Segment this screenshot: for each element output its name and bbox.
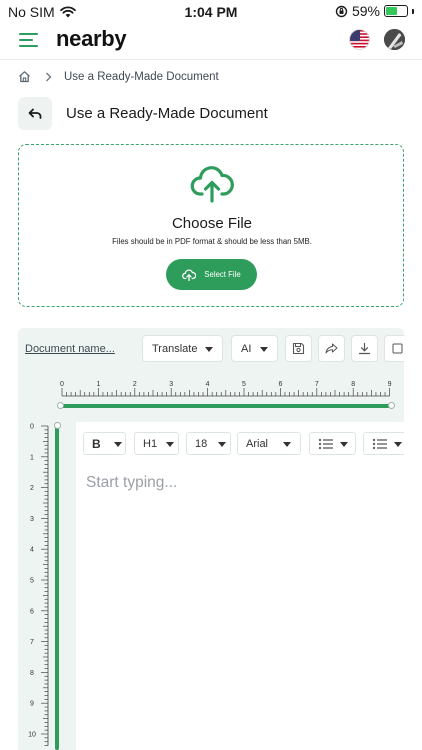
download-icon bbox=[358, 342, 371, 355]
ruler-label: 0 bbox=[30, 424, 34, 431]
ruler-label: 5 bbox=[30, 578, 34, 585]
translate-label: Translate bbox=[152, 342, 198, 355]
ruler-label: 7 bbox=[315, 381, 319, 388]
editor-placeholder[interactable]: Start typing... bbox=[86, 474, 177, 492]
ruler-label: 3 bbox=[169, 381, 173, 388]
more-options-button[interactable] bbox=[384, 335, 404, 362]
battery-nub bbox=[412, 8, 414, 14]
bold-label: B bbox=[92, 436, 101, 451]
header-divider bbox=[0, 59, 422, 60]
ruler-label: 4 bbox=[30, 547, 34, 554]
us-flag-icon[interactable] bbox=[349, 29, 370, 50]
save-button[interactable] bbox=[285, 335, 312, 362]
choose-file-title: Choose File bbox=[171, 215, 253, 232]
back-button[interactable] bbox=[18, 97, 52, 130]
file-requirements-note: Files should be in PDF format & should b… bbox=[112, 237, 312, 246]
user-avatar[interactable] bbox=[384, 29, 405, 50]
ruler-label: 8 bbox=[351, 381, 355, 388]
font-size-dropdown[interactable]: 18 bbox=[186, 432, 231, 455]
back-arrow-icon bbox=[28, 108, 42, 119]
translate-dropdown[interactable]: Translate bbox=[142, 335, 223, 362]
chevron-down-icon bbox=[166, 442, 174, 447]
chevron-right-icon bbox=[46, 72, 52, 81]
battery-level bbox=[386, 7, 398, 15]
font-size-label: 18 bbox=[195, 437, 208, 450]
bullet-list-dropdown[interactable] bbox=[309, 432, 356, 455]
ruler-label: 8 bbox=[30, 670, 34, 677]
ruler-label: 6 bbox=[278, 381, 282, 388]
bold-dropdown[interactable]: B bbox=[83, 432, 126, 455]
ruler-label: 4 bbox=[206, 381, 210, 388]
horizontal-margin-bar[interactable] bbox=[60, 404, 392, 408]
more-icon bbox=[392, 343, 403, 354]
status-right: 59% bbox=[335, 3, 414, 19]
vertical-ruler[interactable]: 0 1 2 3 4 5 6 7 8 9 10 bbox=[26, 420, 50, 750]
ruler-label: 1 bbox=[96, 381, 100, 388]
heading-dropdown[interactable]: H1 bbox=[134, 432, 179, 455]
share-button[interactable] bbox=[318, 335, 345, 362]
home-icon[interactable] bbox=[18, 70, 31, 83]
document-name-field[interactable]: Document name... bbox=[25, 343, 115, 355]
save-icon bbox=[292, 342, 305, 355]
battery-percent: 59% bbox=[351, 3, 380, 19]
bullet-list-icon bbox=[318, 438, 333, 449]
horizontal-ruler[interactable]: 0 1 2 3 4 5 6 7 8 9 bbox=[58, 380, 394, 406]
battery-icon bbox=[384, 5, 408, 17]
chevron-down-icon bbox=[283, 442, 291, 447]
heading-label: H1 bbox=[143, 437, 158, 450]
status-bar: No SIM 1:04 PM 59% bbox=[0, 0, 422, 24]
ruler-label: 9 bbox=[388, 381, 392, 388]
download-button[interactable] bbox=[351, 335, 378, 362]
ai-dropdown[interactable]: AI bbox=[231, 335, 278, 362]
ruler-label: 2 bbox=[30, 485, 34, 492]
orientation-lock-icon bbox=[335, 5, 348, 17]
ruler-label: 6 bbox=[30, 608, 34, 615]
ruler-label: 7 bbox=[30, 639, 34, 646]
breadcrumb: Use a Ready-Made Document bbox=[18, 70, 219, 83]
share-icon bbox=[325, 343, 338, 354]
chevron-down-icon bbox=[218, 442, 226, 447]
ai-label: AI bbox=[241, 342, 252, 355]
cloud-upload-icon bbox=[190, 166, 234, 203]
chevron-down-icon bbox=[394, 442, 402, 447]
numbered-list-dropdown[interactable] bbox=[363, 432, 404, 455]
font-family-label: Arial bbox=[246, 437, 269, 450]
chevron-down-icon bbox=[260, 347, 268, 352]
ruler-label: 10 bbox=[28, 732, 36, 739]
file-drop-zone[interactable]: Choose File Files should be in PDF forma… bbox=[18, 144, 404, 307]
breadcrumb-current[interactable]: Use a Ready-Made Document bbox=[64, 71, 219, 83]
vertical-margin-bar[interactable] bbox=[55, 424, 59, 750]
upload-icon bbox=[182, 268, 197, 281]
select-file-button[interactable]: Select File bbox=[166, 259, 257, 290]
left-margin-handle[interactable] bbox=[57, 402, 64, 409]
document-editor: Document name... Translate AI 0 1 2 3 4 5 6 7 8 9 bbox=[18, 328, 404, 750]
top-margin-handle[interactable] bbox=[54, 422, 61, 429]
ruler-label: 9 bbox=[30, 701, 34, 708]
list-icon bbox=[372, 438, 387, 449]
right-margin-handle[interactable] bbox=[388, 402, 395, 409]
chevron-down-icon bbox=[205, 347, 213, 352]
ruler-label: 3 bbox=[30, 516, 34, 523]
page-title: Use a Ready-Made Document bbox=[66, 105, 268, 122]
ruler-label: 5 bbox=[242, 381, 246, 388]
chevron-down-icon bbox=[114, 442, 122, 447]
brand-logo[interactable]: nearby bbox=[56, 26, 127, 52]
document-page[interactable]: B H1 18 Arial Start typing... bbox=[76, 422, 404, 750]
chevron-down-icon bbox=[340, 442, 348, 447]
font-family-dropdown[interactable]: Arial bbox=[237, 432, 301, 455]
ruler-label: 0 bbox=[60, 381, 64, 388]
app-header: nearby bbox=[0, 24, 422, 58]
ruler-label: 2 bbox=[133, 381, 137, 388]
select-file-label: Select File bbox=[204, 270, 241, 279]
hamburger-menu-icon[interactable] bbox=[19, 33, 38, 48]
ruler-label: 1 bbox=[30, 454, 34, 461]
